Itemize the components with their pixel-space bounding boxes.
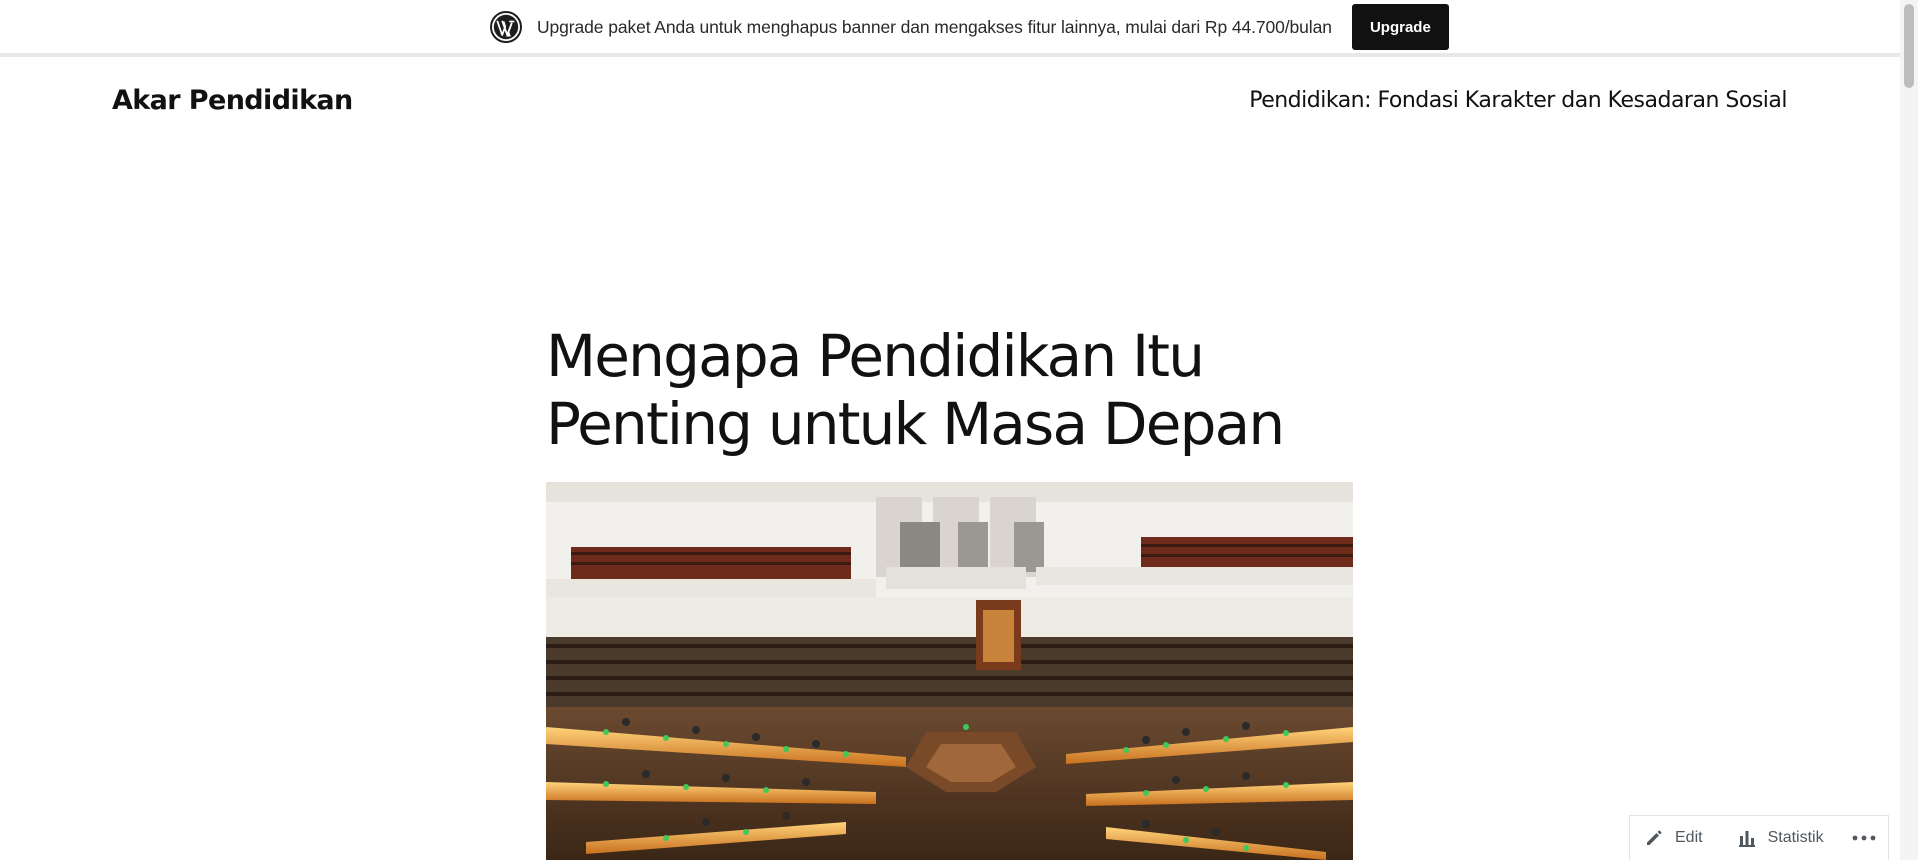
upgrade-banner-content: Upgrade paket Anda untuk menghapus banne… (490, 4, 1449, 50)
site-tagline: Pendidikan: Fondasi Karakter dan Kesadar… (1249, 88, 1787, 113)
pencil-icon (1644, 828, 1664, 848)
ellipsis-icon (1852, 834, 1876, 842)
more-options-button[interactable] (1852, 834, 1876, 842)
wordpress-logo-icon (490, 11, 522, 43)
edit-label: Edit (1675, 829, 1703, 846)
post-title: Mengapa Pendidikan Itu Penting untuk Mas… (546, 322, 1285, 458)
upgrade-banner-text: Upgrade paket Anda untuk menghapus banne… (537, 16, 1332, 37)
page: Upgrade paket Anda untuk menghapus banne… (0, 0, 1918, 860)
stats-button[interactable]: Statistik (1737, 828, 1824, 848)
scrollbar-thumb[interactable] (1904, 4, 1914, 88)
upgrade-banner: Upgrade paket Anda untuk menghapus banne… (0, 0, 1900, 57)
upgrade-button[interactable]: Upgrade (1351, 4, 1449, 50)
bar-chart-icon (1737, 828, 1757, 848)
admin-action-bar: Edit Statistik (1629, 815, 1889, 860)
stats-label: Statistik (1767, 829, 1824, 846)
page-scrollbar[interactable] (1900, 0, 1918, 860)
site-title[interactable]: Akar Pendidikan (112, 85, 353, 116)
edit-button[interactable]: Edit (1644, 828, 1703, 848)
featured-image (546, 482, 1353, 860)
